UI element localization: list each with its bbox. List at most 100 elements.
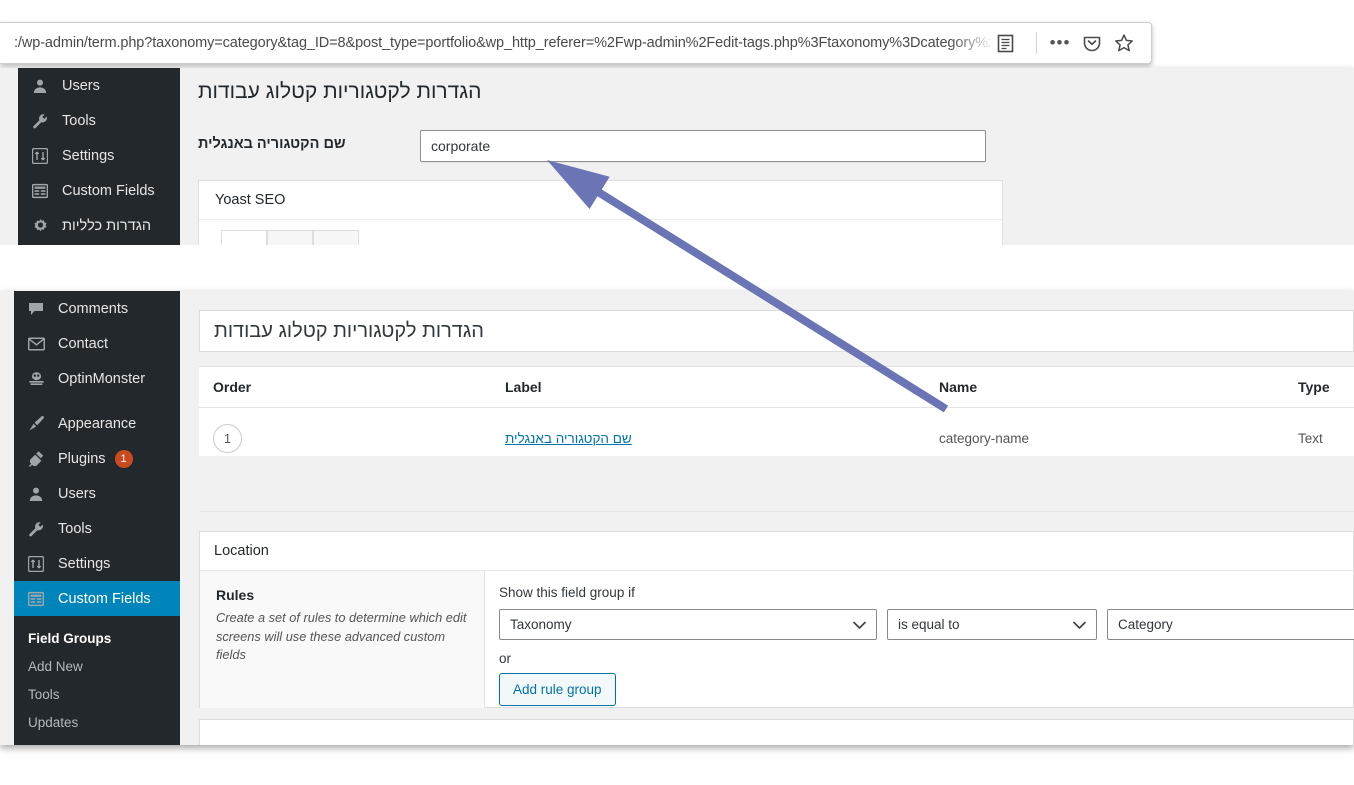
submenu-item-updates[interactable]: Updates bbox=[14, 708, 180, 736]
or-label: or bbox=[499, 651, 512, 666]
rule-param-select[interactable]: Taxonomy bbox=[499, 609, 877, 640]
sidebar-item-appearance[interactable]: Appearance bbox=[14, 406, 180, 441]
bottom-screenshot-panel: Comments Contact OptinMonster Appearance Plu… bbox=[0, 291, 1354, 745]
yoast-tab-1[interactable] bbox=[221, 230, 267, 245]
chevron-down-icon bbox=[853, 617, 866, 632]
star-bookmark-icon[interactable] bbox=[1109, 23, 1139, 63]
rule-operator-select[interactable]: is equal to bbox=[887, 609, 1097, 640]
fields-table-header-row: Order Label Name Type bbox=[199, 367, 1354, 408]
sidebar-item-contact[interactable]: Contact bbox=[14, 326, 180, 361]
location-body: Rules Create a set of rules to determine… bbox=[200, 571, 1354, 708]
sidebar-item-label: Settings bbox=[58, 555, 111, 572]
rule-value-select[interactable]: Category bbox=[1107, 609, 1354, 640]
screenshot-root: :/wp-admin/term.php?taxonomy=category&ta… bbox=[0, 0, 1354, 785]
rule-value-value: Category bbox=[1118, 617, 1173, 632]
yoast-tab-2[interactable] bbox=[267, 230, 313, 245]
wrench-icon bbox=[32, 113, 54, 129]
sliders-icon bbox=[28, 555, 50, 572]
field-label-link[interactable]: שם הקטגוריה באנגלית bbox=[505, 431, 632, 446]
url-bar-icons: ••• bbox=[990, 23, 1151, 63]
reader-mode-icon[interactable] bbox=[990, 23, 1020, 63]
pocket-save-icon[interactable] bbox=[1077, 23, 1107, 63]
sidebar-item-users[interactable]: Users bbox=[14, 476, 180, 511]
yoast-seo-title: Yoast SEO bbox=[199, 181, 1002, 220]
top-admin-sidebar: Users Tools Settings Custom Fields הגדרות כל… bbox=[18, 68, 180, 245]
update-count-badge: 1 bbox=[114, 449, 133, 468]
envelope-icon bbox=[28, 336, 50, 351]
ellipsis-menu-icon[interactable]: ••• bbox=[1045, 23, 1075, 63]
column-header-order[interactable]: Order bbox=[199, 367, 491, 408]
column-header-name[interactable]: Name bbox=[925, 367, 1284, 408]
bottom-admin-content: הגדרות לקטגוריות קטלוג עבודות Order Labe… bbox=[180, 291, 1354, 745]
sidebar-item-users[interactable]: Users bbox=[18, 68, 180, 103]
sidebar-item-label: OptinMonster bbox=[58, 370, 146, 387]
rule-param-value: Taxonomy bbox=[510, 617, 572, 632]
sidebar-item-label: Plugins bbox=[58, 450, 106, 467]
panel-gap bbox=[0, 245, 1354, 291]
toolbar-divider bbox=[1036, 32, 1037, 54]
location-panel: Location Rules Create a set of rules to … bbox=[199, 531, 1354, 708]
sidebar-item-optinmonster[interactable]: OptinMonster bbox=[14, 361, 180, 396]
sidebar-item-label: Custom Fields bbox=[62, 182, 155, 199]
show-field-group-if-label: Show this field group if bbox=[499, 585, 635, 600]
plug-icon bbox=[28, 450, 50, 467]
field-group-title-box[interactable]: הגדרות לקטגוריות קטלוג עבודות bbox=[199, 310, 1354, 352]
add-rule-group-button[interactable]: Add rule group bbox=[499, 673, 616, 706]
sidebar-submenu: Field Groups Add New Tools Updates bbox=[14, 616, 180, 736]
sliders-icon bbox=[32, 147, 54, 164]
field-group-title: הגדרות לקטגוריות קטלוג עבודות bbox=[214, 319, 484, 342]
sidebar-item-custom-fields[interactable]: Custom Fields bbox=[14, 581, 180, 616]
yoast-seo-panel: Yoast SEO bbox=[198, 180, 1003, 245]
column-header-label[interactable]: Label bbox=[491, 367, 925, 408]
sidebar-item-tools[interactable]: Tools bbox=[18, 103, 180, 138]
category-name-label: שם הקטגוריה באנגלית bbox=[198, 136, 346, 152]
sidebar-item-comments[interactable]: Comments bbox=[14, 291, 180, 326]
sidebar-item-label: Contact bbox=[58, 335, 108, 352]
submenu-item-add-new[interactable]: Add New bbox=[14, 652, 180, 680]
sidebar-item-label: Users bbox=[58, 485, 96, 502]
browser-url-bar[interactable]: :/wp-admin/term.php?taxonomy=category&ta… bbox=[0, 22, 1152, 64]
sidebar-item-settings[interactable]: Settings bbox=[14, 546, 180, 581]
column-header-type[interactable]: Type bbox=[1284, 367, 1354, 408]
sidebar-item-settings[interactable]: Settings bbox=[18, 138, 180, 173]
top-admin-content: הגדרות לקטגוריות קטלוג עבודות שם הקטגורי… bbox=[180, 68, 1003, 245]
sidebar-item-label: Custom Fields bbox=[58, 590, 151, 607]
bottom-admin-sidebar: Comments Contact OptinMonster Appearance Plu… bbox=[14, 291, 180, 745]
sidebar-item-הגדרות-כלליות[interactable]: הגדרות כלליות bbox=[18, 208, 180, 243]
rules-title: Rules bbox=[216, 587, 255, 603]
rule-operator-value: is equal to bbox=[898, 617, 960, 632]
sidebar-item-plugins[interactable]: Plugins 1 bbox=[14, 441, 180, 476]
fields-table: Order Label Name Type 1 שם הקטגוריה באנג… bbox=[199, 367, 1354, 469]
monster-icon bbox=[28, 371, 50, 387]
yoast-tab-3[interactable] bbox=[313, 230, 359, 245]
sidebar-item-label: Comments bbox=[58, 300, 129, 317]
top-page-title: הגדרות לקטגוריות קטלוג עבודות bbox=[198, 80, 482, 103]
sidebar-item-label: Tools bbox=[62, 112, 96, 129]
table-footer-strip bbox=[199, 456, 1354, 512]
submenu-item-field-groups[interactable]: Field Groups bbox=[14, 624, 180, 652]
grid-table-icon bbox=[32, 183, 54, 199]
submenu-item-tools[interactable]: Tools bbox=[14, 680, 180, 708]
grid-table-icon bbox=[28, 591, 50, 607]
rules-description: Create a set of rules to determine which… bbox=[216, 610, 467, 663]
chevron-down-icon bbox=[1073, 617, 1086, 632]
order-badge[interactable]: 1 bbox=[213, 424, 242, 453]
user-icon bbox=[32, 78, 54, 94]
sidebar-item-label: Appearance bbox=[58, 415, 137, 432]
sidebar-item-custom-fields[interactable]: Custom Fields bbox=[18, 173, 180, 208]
comment-bubble-icon bbox=[28, 301, 50, 317]
bottom-panel-strip bbox=[199, 719, 1354, 745]
sidebar-item-label: Users bbox=[62, 77, 100, 94]
url-text[interactable]: :/wp-admin/term.php?taxonomy=category&ta… bbox=[0, 35, 990, 51]
sidebar-item-tools[interactable]: Tools bbox=[14, 511, 180, 546]
fields-table-wrap: Order Label Name Type 1 שם הקטגוריה באנג… bbox=[199, 366, 1354, 469]
rule-row: Taxonomy is equal to Category bbox=[499, 609, 1354, 640]
location-rules-info: Rules Create a set of rules to determine… bbox=[200, 571, 485, 708]
category-name-input[interactable] bbox=[420, 130, 986, 162]
location-header: Location bbox=[200, 532, 1353, 571]
sidebar-item-label: הגדרות כלליות bbox=[62, 217, 152, 234]
yoast-tab-strip[interactable] bbox=[199, 230, 1002, 245]
sidebar-item-label: Settings bbox=[62, 147, 115, 164]
wrench-icon bbox=[28, 521, 50, 537]
sidebar-item-label: Tools bbox=[58, 520, 92, 537]
